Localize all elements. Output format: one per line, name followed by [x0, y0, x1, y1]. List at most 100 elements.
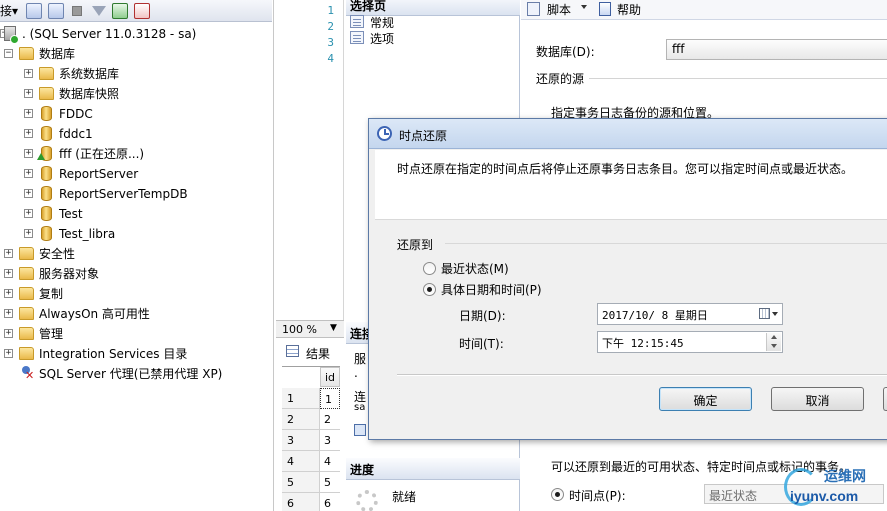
connect-icon[interactable]	[26, 3, 42, 19]
expand-icon[interactable]: +	[24, 229, 33, 238]
query-editor[interactable]: 1 2 3 4	[276, 0, 344, 320]
cancel-button[interactable]: 取消	[771, 387, 864, 411]
stop-icon[interactable]	[72, 6, 82, 16]
tree-node-system-databases[interactable]: + 系统数据库	[0, 64, 272, 84]
tree-node-db-fddc1[interactable]: + fddc1	[0, 124, 272, 144]
filter-icon[interactable]	[92, 6, 106, 16]
latest-state-label[interactable]: 最近状态(M)	[441, 260, 509, 277]
tree-node-label: 数据库快照	[59, 87, 120, 101]
spin-up-icon[interactable]	[771, 335, 777, 339]
tree-node-database-snapshots[interactable]: + 数据库快照	[0, 84, 272, 104]
database-icon	[41, 126, 52, 141]
database-select[interactable]: fff	[666, 39, 887, 60]
grid-column-header[interactable]: id	[320, 367, 340, 387]
clock-icon	[377, 126, 392, 141]
tree-node-server[interactable]: −. (SQL Server 11.0.3128 - sa)	[0, 24, 272, 44]
grid-row-number[interactable]: 3	[282, 430, 320, 451]
disconnect-icon[interactable]	[48, 3, 64, 19]
help-icon[interactable]	[599, 2, 611, 16]
specific-datetime-label[interactable]: 具体日期和时间(P)	[441, 281, 542, 298]
grid-cell[interactable]: 1	[320, 388, 340, 409]
help-button[interactable]: 帮助	[617, 1, 641, 18]
restore-to-label: 还原到	[397, 238, 434, 252]
tree-node-replication[interactable]: + 复制	[0, 284, 272, 304]
tree-node-label: ReportServerTempDB	[59, 187, 188, 201]
tree-node-management[interactable]: + 管理	[0, 324, 272, 344]
expand-icon[interactable]: +	[24, 149, 33, 158]
view-connection-icon[interactable]	[354, 424, 366, 436]
tree-node-integration-services[interactable]: + Integration Services 目录	[0, 344, 272, 364]
tree-node-label: 安全性	[39, 247, 76, 261]
refresh-icon[interactable]	[112, 3, 128, 19]
zoom-level[interactable]: 100 %	[282, 323, 317, 336]
tab-results[interactable]: 结果	[280, 342, 340, 362]
grid-cell[interactable]: 6	[320, 493, 340, 511]
expand-icon[interactable]: +	[4, 349, 13, 358]
time-label: 时间(T):	[459, 337, 504, 351]
page-label: 常规	[370, 16, 395, 30]
point-in-time-label: 时间点(P):	[569, 489, 626, 503]
expand-icon[interactable]: +	[24, 109, 33, 118]
dialog-body: 时点还原在指定的时间点后将停止还原事务日志条目。您可以指定时间点或最近状态。 还…	[375, 150, 887, 435]
tree-node-databases[interactable]: − 数据库	[0, 44, 272, 64]
chevron-down-icon[interactable]	[581, 5, 587, 9]
grid-row-number[interactable]: 1	[282, 388, 320, 409]
chevron-down-icon	[772, 312, 778, 316]
latest-state-radio[interactable]	[423, 262, 436, 275]
help-button[interactable]	[883, 387, 887, 411]
calendar-dropdown-button[interactable]	[756, 306, 780, 322]
database-icon	[41, 186, 52, 201]
date-picker[interactable]: 2017/10/ 8 星期日	[597, 303, 783, 325]
tree-node-sql-agent[interactable]: ✕ SQL Server 代理(已禁用代理 XP)	[0, 364, 272, 384]
tree-node-server-objects[interactable]: + 服务器对象	[0, 264, 272, 284]
expand-icon[interactable]: +	[4, 309, 13, 318]
tree-node-db-reportservertempdb[interactable]: + ReportServerTempDB	[0, 184, 272, 204]
grid-row-number[interactable]: 6	[282, 493, 320, 511]
tree-node-db-reportserver[interactable]: + ReportServer	[0, 164, 272, 184]
time-picker[interactable]: 下午 12:15:45	[597, 331, 783, 353]
script-icon[interactable]	[527, 2, 540, 16]
folder-icon	[19, 307, 34, 320]
expand-icon[interactable]: +	[24, 189, 33, 198]
expand-icon[interactable]: +	[24, 209, 33, 218]
script-button[interactable]: 脚本	[547, 1, 571, 18]
folder-icon	[19, 287, 34, 300]
connect-dropdown-button[interactable]: 接▾	[0, 3, 20, 19]
dialog-titlebar[interactable]: 时点还原	[369, 119, 887, 149]
source-section-title: 还原的源	[536, 72, 585, 86]
expand-icon[interactable]: +	[24, 89, 33, 98]
time-spinner[interactable]	[766, 333, 781, 351]
tree-node-db-fff[interactable]: + fff (正在还原...)	[0, 144, 272, 164]
grid-cell[interactable]: 2	[320, 409, 340, 430]
grid-row-number[interactable]: 5	[282, 472, 320, 493]
tree-node-db-fddc-upper[interactable]: + FDDC	[0, 104, 272, 124]
expand-icon[interactable]: +	[4, 249, 13, 258]
progress-spinner-icon	[356, 490, 378, 511]
expand-icon[interactable]: +	[24, 69, 33, 78]
grid-cell[interactable]: 3	[320, 430, 340, 451]
divider	[589, 78, 887, 79]
grid-cell[interactable]: 5	[320, 472, 340, 493]
ok-button[interactable]: 确定	[659, 387, 752, 411]
tree-node-alwayson[interactable]: + AlwaysOn 高可用性	[0, 304, 272, 324]
tree-node-db-test-libra[interactable]: + Test_libra	[0, 224, 272, 244]
expand-icon[interactable]: +	[4, 329, 13, 338]
expand-icon[interactable]: +	[4, 289, 13, 298]
collapse-icon[interactable]: −	[4, 49, 13, 58]
database-restoring-icon	[37, 146, 52, 161]
grid-row-number[interactable]: 4	[282, 451, 320, 472]
tree-node-db-test[interactable]: + Test	[0, 204, 272, 224]
grid-cell[interactable]: 4	[320, 451, 340, 472]
grid-row-number[interactable]: 2	[282, 409, 320, 430]
delete-icon[interactable]	[134, 3, 150, 19]
specific-datetime-radio[interactable]	[423, 283, 436, 296]
chevron-down-icon[interactable]: ▼	[330, 323, 337, 333]
expand-icon[interactable]: +	[24, 129, 33, 138]
progress-status: 就绪	[392, 490, 417, 504]
spin-down-icon[interactable]	[771, 344, 777, 348]
point-in-time-radio[interactable]	[551, 488, 564, 501]
tree-node-security[interactable]: + 安全性	[0, 244, 272, 264]
expand-icon[interactable]: +	[24, 169, 33, 178]
folder-icon	[19, 267, 34, 280]
expand-icon[interactable]: +	[4, 269, 13, 278]
